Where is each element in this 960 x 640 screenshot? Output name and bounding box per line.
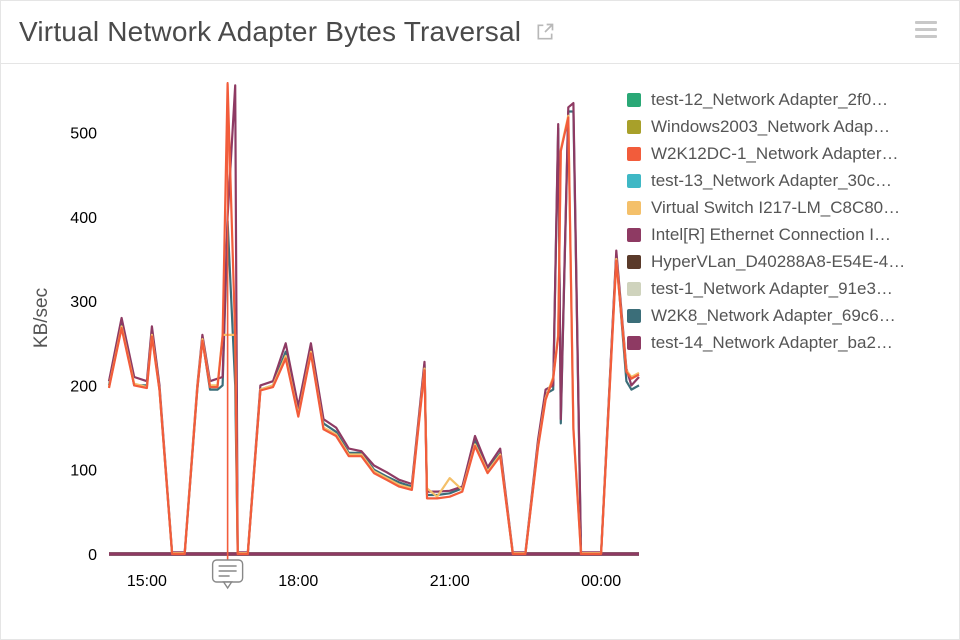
legend-label: Intel[R] Ethernet Connection I… bbox=[651, 225, 891, 245]
legend-label: test-13_Network Adapter_30c… bbox=[651, 171, 892, 191]
x-tick-label: 15:00 bbox=[127, 573, 167, 590]
legend-item[interactable]: Windows2003_Network Adap… bbox=[627, 113, 945, 140]
panel-titlebar: Virtual Network Adapter Bytes Traversal bbox=[1, 1, 959, 64]
y-tick-label: 100 bbox=[70, 463, 97, 480]
legend-item[interactable]: Intel[R] Ethernet Connection I… bbox=[627, 221, 945, 248]
y-tick-label: 500 bbox=[70, 126, 97, 143]
legend-label: test-14_Network Adapter_ba2… bbox=[651, 333, 893, 353]
y-tick-label: 0 bbox=[88, 547, 97, 564]
chart-area: test-12_Network Adapter_2f0… Windows2003_… bbox=[19, 64, 941, 624]
x-tick-label: 18:00 bbox=[278, 573, 318, 590]
annotation-icon[interactable] bbox=[213, 560, 243, 588]
panel-title: Virtual Network Adapter Bytes Traversal bbox=[19, 16, 521, 48]
y-tick-label: 200 bbox=[70, 378, 97, 395]
legend-item[interactable]: test-12_Network Adapter_2f0… bbox=[627, 86, 945, 113]
legend-item[interactable]: test-1_Network Adapter_91e3… bbox=[627, 275, 945, 302]
legend-item[interactable]: test-14_Network Adapter_ba2… bbox=[627, 329, 945, 356]
y-tick-label: 300 bbox=[70, 294, 97, 311]
legend-label: W2K12DC-1_Network Adapter… bbox=[651, 144, 899, 164]
popout-icon[interactable] bbox=[535, 22, 555, 42]
legend-label: test-1_Network Adapter_91e3… bbox=[651, 279, 893, 299]
legend-item[interactable]: test-13_Network Adapter_30c… bbox=[627, 167, 945, 194]
legend-item[interactable]: W2K12DC-1_Network Adapter… bbox=[627, 140, 945, 167]
legend-label: W2K8_Network Adapter_69c6… bbox=[651, 306, 896, 326]
panel-menu-button[interactable] bbox=[915, 21, 937, 38]
legend-label: Windows2003_Network Adap… bbox=[651, 117, 890, 137]
x-tick-label: 00:00 bbox=[581, 573, 621, 590]
legend-item[interactable]: HyperVLan_D40288A8-E54E-4… bbox=[627, 248, 945, 275]
x-tick-label: 21:00 bbox=[430, 573, 470, 590]
legend-item[interactable]: Virtual Switch I217-LM_C8C80… bbox=[627, 194, 945, 221]
legend-label: HyperVLan_D40288A8-E54E-4… bbox=[651, 252, 905, 272]
legend-item[interactable]: W2K8_Network Adapter_69c6… bbox=[627, 302, 945, 329]
legend: test-12_Network Adapter_2f0… Windows2003_… bbox=[627, 86, 945, 356]
legend-label: test-12_Network Adapter_2f0… bbox=[651, 90, 888, 110]
y-tick-label: 400 bbox=[70, 210, 97, 227]
legend-label: Virtual Switch I217-LM_C8C80… bbox=[651, 198, 900, 218]
y-axis-label: KB/sec bbox=[31, 288, 52, 348]
line-chart[interactable]: 0 100 200 300 400 500 15:00 18:00 21:00 00:00 KB/s… bbox=[19, 64, 649, 624]
